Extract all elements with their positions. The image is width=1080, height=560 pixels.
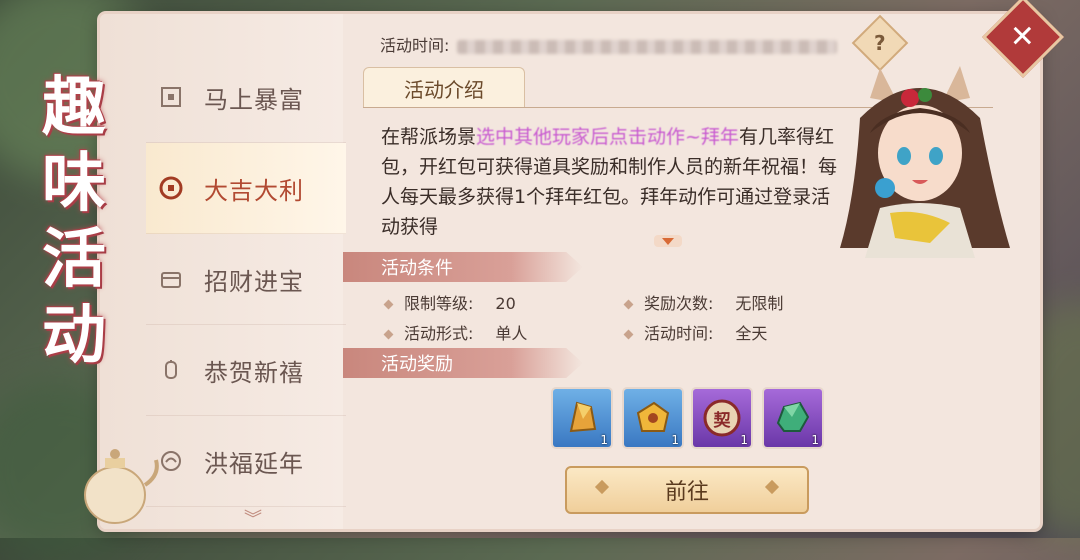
redacted-time <box>457 39 838 54</box>
coin-icon <box>158 175 184 201</box>
go-button[interactable]: 前往 <box>565 466 809 514</box>
fortune-icon <box>158 448 184 474</box>
teapot-decoration <box>84 449 159 524</box>
chest-icon <box>158 266 184 292</box>
condition-value: 无限制 <box>735 294 784 313</box>
activity-nav: 马上暴富 大吉大利 招财进宝 恭贺新禧 洪福延年 <box>146 52 346 507</box>
diamond-bullet-icon <box>623 329 634 340</box>
scroll-down-icon[interactable]: ︾ <box>244 505 262 531</box>
question-icon: ? <box>874 30 886 55</box>
section-title: 活动条件 <box>381 258 453 279</box>
reward-count: 1 <box>600 433 608 447</box>
reward-count: 1 <box>811 433 819 447</box>
activity-description: 在帮派场景选中其他玩家后点击动作~拜年有几率得红包，开红包可获得道具奖励和制作人… <box>381 122 841 242</box>
nav-item-zhao-cai-jin-bao[interactable]: 招财进宝 <box>146 234 346 325</box>
diamond-bullet-icon <box>623 299 634 310</box>
nav-item-gong-he-xin-xi[interactable]: 恭贺新禧 <box>146 325 346 416</box>
condition-label: 活动时间: <box>644 324 714 343</box>
condition-label: 活动形式: <box>404 324 474 343</box>
activity-time-label: 活动时间: <box>380 36 450 55</box>
ornament-icon <box>764 479 780 495</box>
diamond-bullet-icon <box>383 329 394 340</box>
go-button-label: 前往 <box>664 480 709 505</box>
condition-value: 单人 <box>495 324 528 343</box>
ornament-icon <box>594 479 610 495</box>
condition-label: 奖励次数: <box>644 294 714 313</box>
title-char: 趣 <box>42 70 106 145</box>
condition-reward-times: 奖励次数: 无限制 <box>623 290 784 314</box>
diamond-bullet-icon <box>383 299 394 310</box>
lantern-icon <box>158 357 184 383</box>
coin-frame-icon <box>158 84 184 110</box>
nav-item-label: 招财进宝 <box>204 267 304 296</box>
desc-text: 在帮派场景 <box>381 126 477 148</box>
condition-time: 活动时间: 全天 <box>623 320 768 344</box>
condition-level: 限制等级: 20 <box>383 290 516 314</box>
reward-contract-seal[interactable]: 契 1 <box>693 389 751 447</box>
reward-jade-stone[interactable]: 1 <box>764 389 822 447</box>
tab-label: 活动介绍 <box>404 77 484 102</box>
nav-item-label: 洪福延年 <box>204 449 304 478</box>
condition-value: 20 <box>495 294 516 313</box>
expand-arrow-icon[interactable] <box>654 235 682 247</box>
title-char: 活 <box>42 222 106 297</box>
reward-gold-crystal[interactable]: 1 <box>553 389 611 447</box>
nav-item-label: 恭贺新禧 <box>204 358 304 387</box>
nav-item-label: 大吉大利 <box>204 176 304 205</box>
nav-item-ma-shang-bao-fu[interactable]: 马上暴富 <box>146 52 346 143</box>
title-char: 动 <box>42 298 106 373</box>
condition-label: 限制等级: <box>404 294 474 313</box>
reward-count: 1 <box>740 433 748 447</box>
close-icon: ✕ <box>1010 19 1036 55</box>
section-title: 活动奖励 <box>381 354 453 375</box>
desc-highlight: 选中其他玩家后点击动作~拜年 <box>476 126 739 148</box>
nav-item-label: 马上暴富 <box>204 85 304 114</box>
conditions-header: 活动条件 <box>343 252 583 282</box>
condition-value: 全天 <box>735 324 768 343</box>
nav-item-hong-fu-yan-nian[interactable]: 洪福延年 <box>146 416 346 507</box>
reward-count: 1 <box>671 433 679 447</box>
nav-item-da-ji-da-li[interactable]: 大吉大利 <box>146 143 346 234</box>
activity-time-row: 活动时间: <box>380 32 838 56</box>
condition-format: 活动形式: 单人 <box>383 320 528 344</box>
rewards-header: 活动奖励 <box>343 348 583 378</box>
tab-activity-intro[interactable]: 活动介绍 <box>363 67 525 108</box>
reward-gold-box[interactable]: 1 <box>624 389 682 447</box>
title-char: 味 <box>42 146 106 221</box>
character-illustration <box>840 66 1010 258</box>
page-title: 趣 味 活 动 <box>42 70 152 374</box>
